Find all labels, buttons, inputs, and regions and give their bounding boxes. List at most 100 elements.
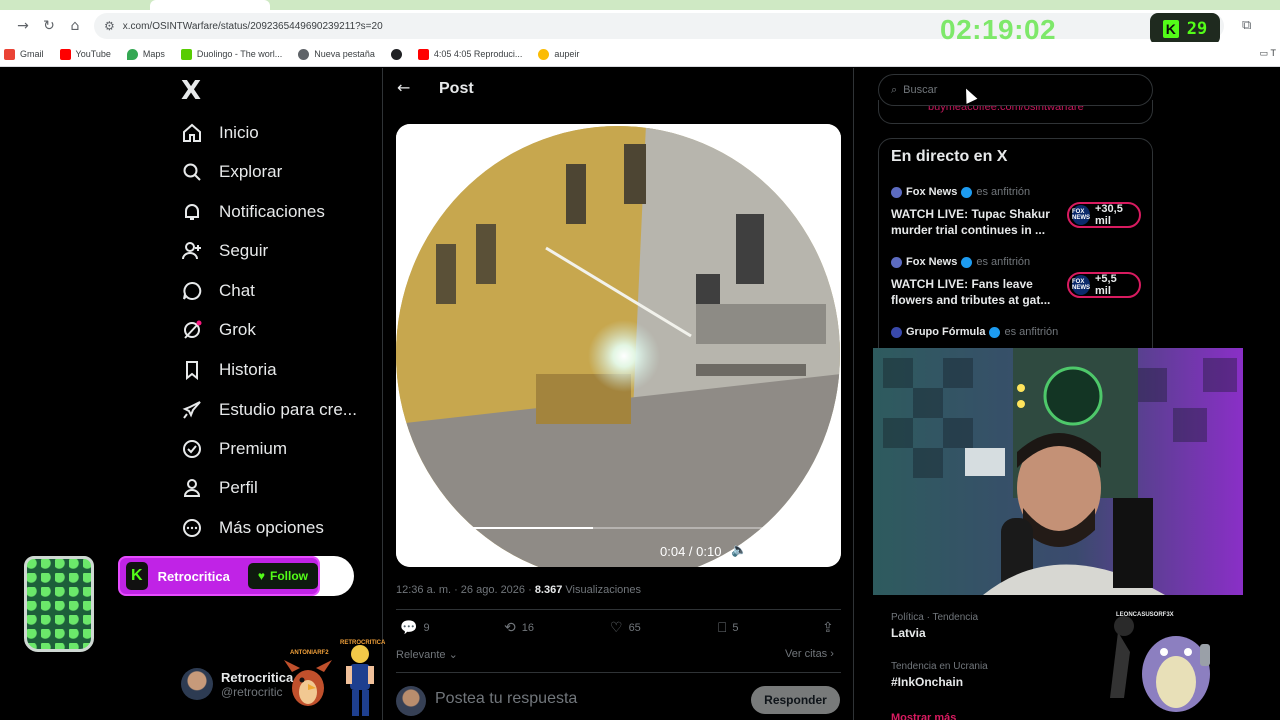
home-browser-icon[interactable]: ⌂	[62, 13, 88, 39]
nav-item-chat[interactable]: Chat	[181, 277, 255, 305]
nav-item-explorar[interactable]: Explorar	[181, 158, 282, 186]
trend-item[interactable]: Política · Tendencia Latvia	[891, 612, 978, 640]
bookmark-gmail[interactable]: Gmail	[4, 48, 44, 60]
share-icon: ⇪	[822, 620, 834, 636]
follow-button[interactable]: ♥ Follow	[247, 563, 318, 589]
post-header: ← Post	[383, 68, 853, 110]
reply-input[interactable]: Postea tu respuesta	[435, 690, 577, 708]
nav-item-inicio[interactable]: Inicio	[181, 119, 259, 147]
reply-action[interactable]: 💬 9	[400, 620, 430, 636]
bookmark-icon	[181, 359, 203, 381]
globe-dark-icon	[390, 48, 402, 60]
view-quotes-link[interactable]: Ver citas ›	[785, 648, 834, 660]
fox-news-logo-icon: FOX NEWS	[1072, 205, 1090, 225]
verified-icon	[961, 186, 973, 198]
repost-action[interactable]: ⟲ 16	[504, 620, 534, 636]
tab-strip	[0, 0, 1280, 10]
grok-icon	[181, 319, 203, 341]
trend-item[interactable]: Tendencia en Ucrania #InkOnchain	[891, 661, 988, 689]
settings-icon[interactable]: ⚙	[759, 543, 771, 558]
home-icon	[181, 122, 203, 144]
live-viewers-pill: FOX NEWS +30,5 mil	[1067, 202, 1141, 228]
live-item[interactable]: Grupo Fórmula es anfitrión	[891, 326, 1141, 338]
kick-logo-icon: K	[1162, 20, 1179, 38]
active-tab[interactable]	[150, 0, 270, 10]
sort-dropdown[interactable]: Relevante ⌄	[396, 648, 458, 661]
url-text: x.com/OSINTWarfare/status/20923654496902…	[122, 20, 383, 32]
volume-icon[interactable]: 🔈	[731, 543, 747, 558]
show-more-link[interactable]: Mostrar más	[891, 712, 956, 720]
host-avatar	[891, 186, 902, 198]
chat-icon	[181, 280, 203, 302]
video-progress	[404, 527, 593, 529]
host-avatar	[891, 326, 902, 338]
bookmark-youtube[interactable]: YouTube	[59, 48, 111, 60]
live-item[interactable]: Fox News es anfitrión WATCH LIVE: Tupac S…	[891, 186, 1141, 238]
webcam-overlay	[873, 348, 1243, 595]
nav-item-historia[interactable]: Historia	[181, 356, 277, 384]
reply-icon: 💬	[400, 620, 418, 636]
bookmark-new-tab[interactable]: Nueva pestaña	[298, 48, 375, 60]
nav-item-premium[interactable]: Premium	[181, 435, 287, 463]
verified-icon	[961, 256, 973, 268]
post-actions: 💬 9 ⟲ 16 ♡ 65 ⎕ 5 ⇪	[396, 620, 841, 640]
kick-viewer-count: 29	[1186, 19, 1208, 39]
account-switcher[interactable]: Retrocritica @retrocritic	[181, 668, 293, 700]
fox-news-logo-icon: FOX NEWS	[1072, 275, 1090, 295]
x-logo-icon[interactable]: X	[181, 76, 205, 106]
bookmark-playing[interactable]: 4:05 4:05 Reproduci...	[417, 48, 522, 60]
repost-icon: ⟲	[504, 620, 516, 636]
gmail-icon	[4, 48, 15, 60]
bookmark-maps[interactable]: Maps	[126, 48, 165, 60]
pip-icon[interactable]: ⧉	[788, 543, 797, 558]
nav-item-mas-opciones[interactable]: Más opciones	[181, 514, 324, 542]
bookmark-unnamed[interactable]	[390, 48, 402, 60]
bookmark-action[interactable]: ⎕ 5	[718, 620, 739, 636]
reload-icon[interactable]: ↻	[36, 13, 62, 39]
live-item[interactable]: Fox News es anfitrión WATCH LIVE: Fans le…	[891, 256, 1141, 308]
kick-logo-icon: K	[126, 562, 148, 590]
verified-icon	[181, 438, 203, 460]
play-icon[interactable]: ▶	[408, 543, 418, 558]
search-placeholder: Buscar	[903, 84, 938, 96]
globe-icon	[298, 48, 310, 60]
rocket-icon	[181, 399, 203, 421]
nav-item-perfil[interactable]: Perfil	[181, 474, 258, 502]
follow-icon	[181, 240, 203, 262]
bookmarks-bar: Gmail YouTube Maps Duolingo - The worl..…	[0, 42, 1280, 67]
forward-icon[interactable]: →	[10, 13, 36, 39]
replies-divider	[396, 672, 841, 673]
search-icon: ⌕	[891, 83, 898, 96]
video-player[interactable]: ▶ 0:04 / 0:10 🔈 ⚙ ⧉ ⤢	[396, 124, 841, 567]
bookmark-aupeir[interactable]: aupeir	[538, 48, 579, 60]
page-title: Post	[439, 80, 474, 97]
live-headline: WATCH LIVE: Fans leave flowers and tribu…	[891, 277, 1051, 307]
bell-icon	[181, 201, 203, 223]
like-action[interactable]: ♡ 65	[610, 620, 641, 636]
site-info-icon[interactable]: ⚙	[104, 19, 115, 33]
share-action[interactable]: ⇪	[822, 620, 834, 636]
nav-item-notificaciones[interactable]: Notificaciones	[181, 198, 325, 226]
reply-button[interactable]: Responder	[751, 686, 840, 714]
search-input[interactable]: ⌕ Buscar	[878, 74, 1153, 106]
bookmark-folder[interactable]: ▭ T	[1260, 48, 1276, 59]
extensions-icon[interactable]: ⧉	[1242, 18, 1258, 34]
heart-icon: ♡	[610, 620, 623, 636]
host-avatar	[891, 256, 902, 268]
nav-item-grok[interactable]: Grok	[181, 316, 256, 344]
monster-sprite	[1110, 616, 1210, 712]
nav-item-estudio[interactable]: Estudio para cre...	[181, 396, 357, 424]
kick-viewer-badge: K 29	[1150, 13, 1220, 45]
fullscreen-icon[interactable]: ⤢	[816, 543, 826, 558]
video-scrubber[interactable]	[404, 527, 833, 529]
kick-follow-widget: K Retrocritica ♥ Follow	[118, 556, 320, 596]
person-icon	[181, 477, 203, 499]
bookmark-duolingo[interactable]: Duolingo - The worl...	[180, 48, 282, 60]
youtube-icon	[417, 48, 429, 60]
nav-item-seguir[interactable]: Seguir	[181, 237, 268, 265]
folder-icon: ▭	[1259, 48, 1271, 58]
back-arrow-icon[interactable]: ←	[397, 78, 410, 97]
video-frame	[396, 124, 841, 567]
android-sprite	[346, 645, 374, 716]
reply-avatar	[396, 686, 426, 716]
